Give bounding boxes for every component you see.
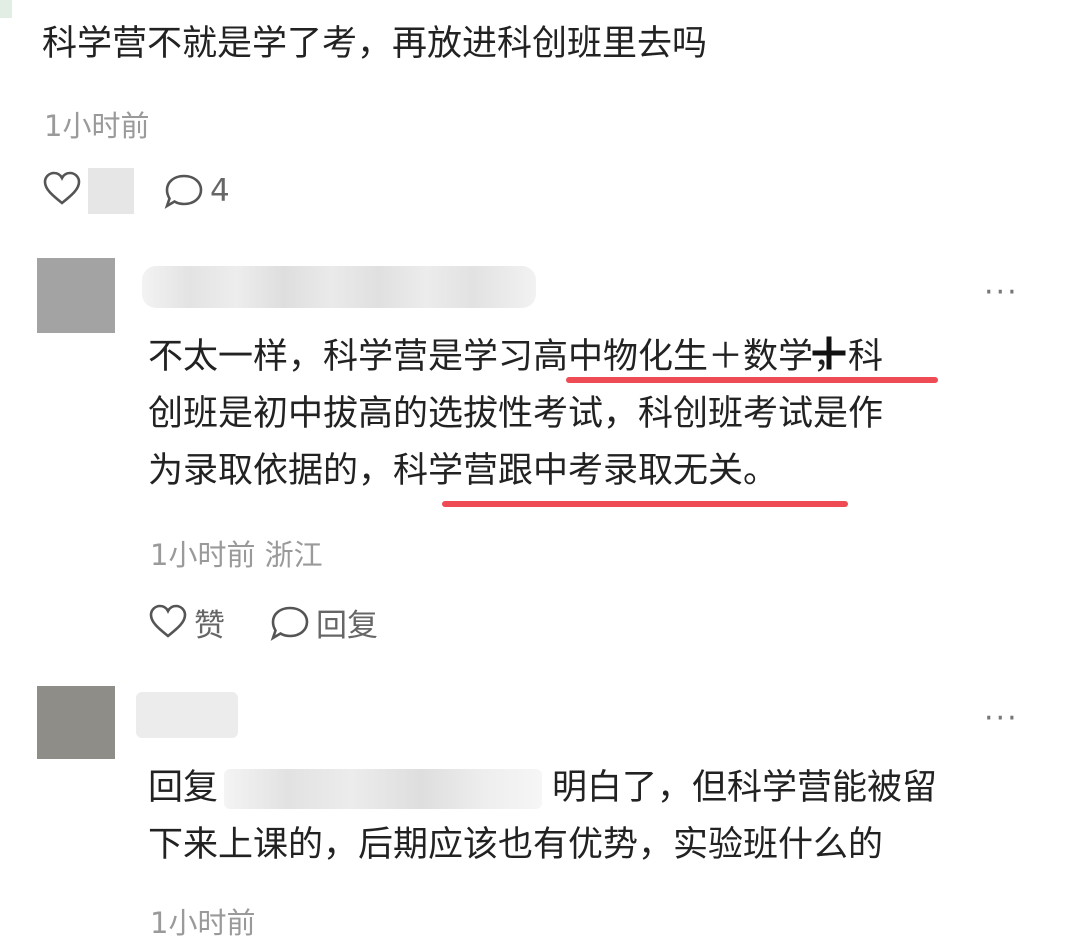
like-count-redacted (88, 168, 134, 214)
reply-text: 不太一样，科学营是学习高中物化生＋数学，科 创班是初中拔高的选拔性考试，科创班考… (148, 329, 883, 500)
reply-label: 回复 (316, 608, 378, 644)
avatar[interactable] (37, 686, 115, 759)
red-underline-annotation (442, 501, 848, 507)
comment-bubble-icon (164, 174, 203, 209)
reply-timestamp-location: 1小时前 浙江 (150, 538, 323, 572)
username-redacted[interactable] (136, 692, 238, 738)
username-redacted[interactable] (142, 266, 536, 308)
crosshair-cursor-icon (811, 335, 847, 371)
heart-icon (43, 171, 81, 205)
like-button[interactable]: 赞 (148, 600, 225, 645)
reply-line: 下来上课的，后期应该也有优势，实验班什么的 (148, 825, 884, 865)
comment-bubble-icon (270, 606, 309, 641)
reply-line: 为录取依据的，科学营跟中考录取无关。 (148, 451, 779, 491)
reply-button[interactable]: 回复 (270, 600, 378, 645)
post-timestamp: 1小时前 (44, 109, 150, 143)
reply-text: 回复 明白了，但科学营能被留 下来上课的，后期应该也有优势，实验班什么的 (148, 760, 937, 874)
left-edge-accent (0, 0, 12, 18)
reply-line-rest: 明白了，但科学营能被留 (552, 768, 938, 808)
reply-line: 创班是初中拔高的选拔性考试，科创班考试是作 (148, 394, 884, 434)
reply-prefix: 回复 (148, 768, 219, 808)
reply-timestamp: 1小时前 (150, 906, 256, 940)
red-underline-annotation (566, 377, 938, 383)
more-options-icon[interactable]: ··· (984, 704, 1019, 734)
post-text: 科学营不就是学了考，再放进科创班里去吗 (42, 24, 708, 64)
heart-icon (149, 604, 187, 638)
like-label: 赞 (194, 608, 225, 644)
mentioned-username-redacted[interactable] (224, 769, 543, 809)
reply-line: 回复 明白了，但科学营能被留 (148, 760, 937, 817)
comment-button[interactable]: 4 (164, 172, 230, 210)
avatar[interactable] (37, 258, 115, 333)
comment-count: 4 (210, 173, 230, 209)
more-options-icon[interactable]: ··· (984, 278, 1019, 308)
like-button[interactable] (42, 170, 82, 210)
